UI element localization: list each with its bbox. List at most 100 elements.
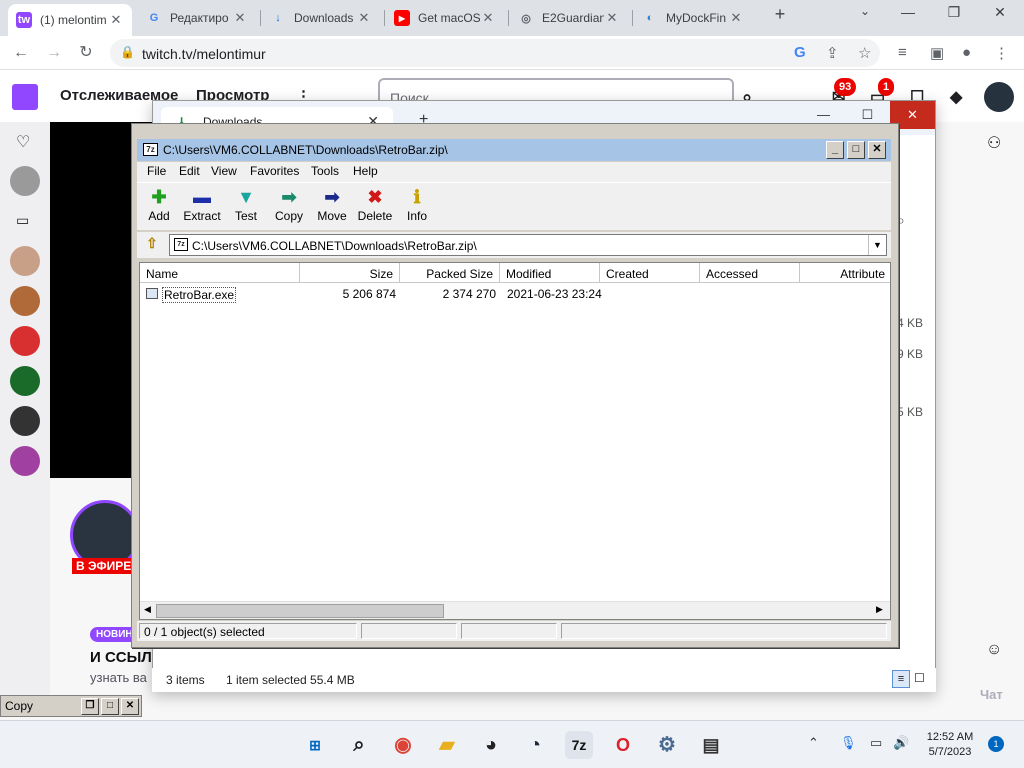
extract-label: Extract [183, 209, 221, 223]
chrome-menu-icon[interactable]: ⋮ [994, 44, 1009, 62]
restore-button[interactable]: ❐ [81, 698, 99, 715]
column-name[interactable]: Name [140, 263, 300, 283]
column-modified[interactable]: Modified [500, 263, 600, 283]
notification-count-badge[interactable]: 1 [988, 736, 1004, 752]
google-lens-icon[interactable]: G [794, 44, 806, 61]
obs-icon[interactable]: ◕ [477, 731, 505, 759]
sevenzip-title-bar[interactable]: 7z C:\Users\VM6.COLLABNET\Downloads\Retr… [137, 139, 891, 161]
browser-tab-twitch[interactable]: tw (1) melontim ✕ [8, 4, 132, 36]
tab-close-icon[interactable]: ✕ [108, 12, 124, 28]
steam-icon[interactable]: ◔ [521, 731, 549, 759]
restore-button[interactable]: ❐ [934, 4, 974, 28]
side-panel-icon[interactable]: ▣ [930, 44, 944, 62]
tab-search-icon[interactable]: ⌄ [845, 4, 885, 28]
system-clock[interactable]: 12:52 AM 5/7/2023 [920, 730, 980, 760]
browser-tab-youtube[interactable]: ▶ Get macOS ✕ [386, 4, 504, 32]
scroll-left-icon[interactable]: ◀ [144, 604, 151, 615]
tab-close-icon[interactable]: ✕ [604, 10, 620, 26]
volume-icon[interactable]: 🔊 [893, 735, 909, 751]
close-button[interactable]: ✕ [980, 4, 1020, 28]
start-icon[interactable]: ⊞ [301, 731, 329, 759]
extract-button[interactable]: ▬ Extract [180, 185, 224, 223]
sevenzip-icon[interactable]: 7z [565, 731, 593, 759]
menu-edit[interactable]: Edit [179, 164, 200, 178]
file-explorer-icon[interactable]: ▰ [433, 731, 461, 759]
chat-button[interactable]: Чат [980, 687, 1003, 702]
twitch-logo-icon[interactable] [12, 84, 38, 110]
column-created[interactable]: Created [600, 263, 700, 283]
status-panel [461, 623, 557, 639]
channel-avatar[interactable] [10, 406, 40, 436]
scroll-thumb[interactable] [156, 604, 444, 618]
copy-button[interactable]: ➡ Copy [267, 185, 311, 223]
chevron-up-icon[interactable]: ⌃ [808, 735, 819, 751]
column-accessed[interactable]: Accessed [700, 263, 800, 283]
explorer-status-bar: 3 items 1 item selected 55.4 MB ≡ ☐ [152, 668, 936, 692]
details-view-icon[interactable]: ≡ [892, 670, 910, 688]
column-attributes[interactable]: Attribute [800, 263, 890, 283]
bookmark-star-icon[interactable]: ☆ [858, 44, 871, 62]
info-button[interactable]: ℹ Info [395, 185, 439, 223]
back-arrow-icon[interactable]: ← [10, 42, 32, 64]
heart-icon[interactable]: ♡ [16, 132, 30, 152]
close-button[interactable]: ✕ [121, 698, 139, 715]
browser-tab-downloads[interactable]: ↓ Downloads ✕ [262, 4, 380, 32]
menu-tools[interactable]: Tools [311, 164, 339, 178]
chevron-down-icon[interactable]: ▼ [868, 235, 886, 255]
tiles-view-icon[interactable]: ☐ [914, 671, 925, 685]
remote-desktop-icon[interactable]: ▤ [697, 731, 725, 759]
browser-tab-google[interactable]: G Редактиро ✕ [138, 4, 256, 32]
menu-file[interactable]: File [147, 164, 166, 178]
media-controls-icon[interactable]: ≡ [898, 44, 907, 61]
minimize-button[interactable]: _ [826, 141, 844, 159]
browser-tab-e2guardian[interactable]: ◎ E2Guardian ✕ [510, 4, 628, 32]
delete-button[interactable]: ✖ Delete [353, 185, 397, 223]
network-icon[interactable]: ▭ [870, 735, 882, 751]
opera-icon[interactable]: O [609, 731, 637, 759]
horizontal-scrollbar[interactable]: ◀ ▶ [140, 601, 890, 619]
tab-close-icon[interactable]: ✕ [728, 10, 744, 26]
search-icon[interactable]: ⌕ [345, 731, 373, 759]
forward-arrow-icon[interactable]: → [43, 42, 65, 64]
tab-close-icon[interactable]: ✕ [232, 10, 248, 26]
archive-path-combo[interactable]: 7z C:\Users\VM6.COLLABNET\Downloads\Retr… [169, 234, 887, 256]
address-bar[interactable]: 🔒 twitch.tv/melontimur [110, 39, 880, 67]
community-icon[interactable]: ⚇ [987, 133, 1001, 153]
video-camera-icon[interactable]: ▭ [16, 212, 29, 229]
prime-icon[interactable]: ◆ [950, 87, 962, 107]
copy-dialog-minimized[interactable]: Copy ❐ □ ✕ [0, 695, 142, 717]
maximize-button[interactable]: □ [847, 141, 865, 159]
emote-icon[interactable]: ☺ [986, 641, 1002, 659]
channel-avatar[interactable] [10, 326, 40, 356]
scroll-right-icon[interactable]: ▶ [876, 604, 883, 615]
tab-close-icon[interactable]: ✕ [480, 10, 496, 26]
close-button[interactable]: ✕ [868, 141, 886, 159]
new-tab-button[interactable]: + [760, 4, 800, 28]
user-avatar[interactable] [984, 82, 1014, 112]
test-button[interactable]: ▼ Test [224, 185, 268, 223]
add-button[interactable]: ✚ Add [137, 185, 181, 223]
minimize-button[interactable]: — [888, 4, 928, 28]
profile-avatar-icon[interactable]: ● [962, 44, 971, 61]
channel-avatar[interactable] [10, 166, 40, 196]
maximize-button[interactable]: □ [101, 698, 119, 715]
tab-close-icon[interactable]: ✕ [356, 10, 372, 26]
browser-tab-mydockfinder[interactable]: ◐ MyDockFin ✕ [634, 4, 752, 32]
channel-avatar[interactable] [10, 286, 40, 316]
channel-avatar[interactable] [10, 446, 40, 476]
reload-icon[interactable]: ↻ [75, 42, 97, 64]
menu-favorites[interactable]: Favorites [250, 164, 299, 178]
move-button[interactable]: ➡ Move [310, 185, 354, 223]
microphone-icon[interactable]: 🎙 [840, 735, 857, 751]
channel-avatar[interactable] [10, 246, 40, 276]
column-size[interactable]: Size [300, 263, 400, 283]
menu-help[interactable]: Help [353, 164, 378, 178]
menu-view[interactable]: View [211, 164, 237, 178]
delete-label: Delete [357, 209, 393, 223]
chrome-icon[interactable]: ◉ [389, 731, 417, 759]
column-packed-size[interactable]: Packed Size [400, 263, 500, 283]
settings-icon[interactable]: ⚙ [653, 731, 681, 759]
folder-up-icon[interactable]: ⇧ [141, 235, 163, 255]
channel-avatar[interactable] [10, 366, 40, 396]
share-icon[interactable]: ⇪ [826, 44, 839, 62]
